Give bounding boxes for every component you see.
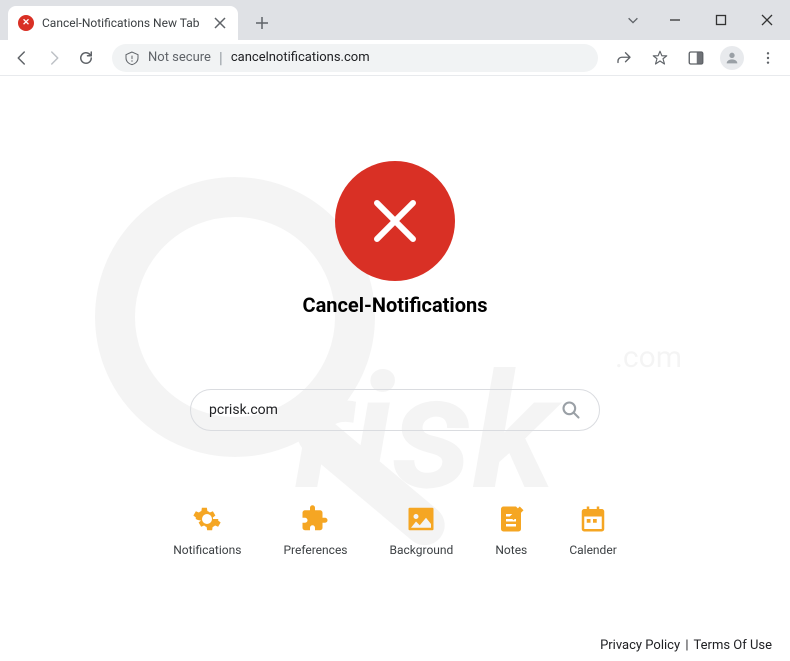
- browser-toolbar: Not secure | cancelnotifications.com: [0, 40, 790, 76]
- gear-icon: [191, 503, 223, 535]
- security-label: Not secure: [148, 50, 211, 65]
- terms-link[interactable]: Terms Of Use: [694, 638, 772, 653]
- window-controls: [652, 0, 790, 40]
- address-separator: |: [219, 48, 223, 67]
- share-icon[interactable]: [610, 44, 638, 72]
- tab-dropdown-icon[interactable]: [626, 12, 640, 31]
- brand-logo-icon: [335, 161, 455, 281]
- calendar-icon: [577, 503, 609, 535]
- minimize-button[interactable]: [652, 0, 698, 40]
- address-bar[interactable]: Not secure | cancelnotifications.com: [112, 44, 598, 72]
- footer-separator: |: [685, 638, 688, 653]
- new-tab-button[interactable]: [248, 9, 276, 37]
- quicklink-label: Background: [390, 543, 454, 557]
- quicklink-label: Notes: [495, 543, 527, 557]
- search-box[interactable]: [190, 389, 600, 431]
- bookmark-star-icon[interactable]: [646, 44, 674, 72]
- footer-links: Privacy Policy | Terms Of Use: [600, 638, 772, 653]
- quicklink-label: Preferences: [283, 543, 347, 557]
- notes-icon: [495, 503, 527, 535]
- browser-titlebar: Cancel-Notifications New Tab: [0, 0, 790, 40]
- page-content: risk .com Cancel-Notifications Notificat…: [0, 76, 790, 661]
- brand-title: Cancel-Notifications: [302, 293, 487, 317]
- image-icon: [405, 503, 437, 535]
- quicklink-calendar[interactable]: Calender: [569, 503, 616, 557]
- privacy-link[interactable]: Privacy Policy: [600, 638, 680, 653]
- quicklink-label: Calender: [569, 543, 616, 557]
- quicklink-preferences[interactable]: Preferences: [283, 503, 347, 557]
- search-input[interactable]: [209, 402, 561, 418]
- quick-links: Notifications Preferences Background Not…: [173, 503, 617, 557]
- tab-title: Cancel-Notifications New Tab: [42, 16, 204, 30]
- browser-tab[interactable]: Cancel-Notifications New Tab: [8, 6, 238, 40]
- url-text: cancelnotifications.com: [231, 50, 370, 65]
- quicklink-label: Notifications: [173, 543, 241, 557]
- tab-favicon-icon: [18, 15, 34, 31]
- side-panel-icon[interactable]: [682, 44, 710, 72]
- back-button[interactable]: [8, 44, 36, 72]
- quicklink-notes[interactable]: Notes: [495, 503, 527, 557]
- not-secure-icon: [124, 50, 140, 66]
- menu-icon[interactable]: [754, 44, 782, 72]
- quicklink-background[interactable]: Background: [390, 503, 454, 557]
- search-icon[interactable]: [561, 400, 581, 420]
- maximize-button[interactable]: [698, 0, 744, 40]
- close-window-button[interactable]: [744, 0, 790, 40]
- close-tab-icon[interactable]: [212, 15, 228, 31]
- profile-avatar[interactable]: [718, 44, 746, 72]
- quicklink-notifications[interactable]: Notifications: [173, 503, 241, 557]
- forward-button[interactable]: [40, 44, 68, 72]
- puzzle-icon: [299, 503, 331, 535]
- reload-button[interactable]: [72, 44, 100, 72]
